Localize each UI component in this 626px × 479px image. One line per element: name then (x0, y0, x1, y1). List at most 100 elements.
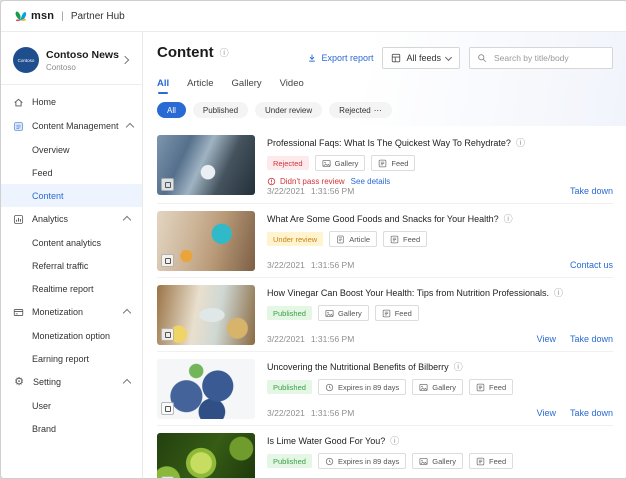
chevron-up-icon (123, 309, 131, 317)
msn-partner-hub-logo[interactable]: msn | Partner Hub (14, 10, 125, 22)
feed-icon (382, 309, 391, 318)
sidebar-divider (1, 84, 142, 85)
feed-icon (476, 457, 485, 466)
sidebar-item-content-management[interactable]: Content Management (1, 114, 142, 138)
info-icon[interactable]: ⓘ (516, 136, 525, 149)
content-row: Is Lime Water Good For You? ⓘ Published … (157, 426, 613, 478)
filter-rejected[interactable]: Rejected ⋯ (329, 102, 392, 118)
sidebar-item-feed[interactable]: Feed (1, 161, 142, 184)
article-title: Uncovering the Nutritional Benefits of B… (267, 362, 449, 372)
info-icon[interactable]: ⓘ (554, 286, 563, 299)
status-badge: Published (267, 454, 312, 468)
filter-under-review[interactable]: Under review (255, 102, 322, 118)
clock-icon (325, 457, 334, 466)
gallery-badge-icon (161, 476, 174, 478)
article-thumbnail[interactable] (157, 135, 255, 195)
sidebar-item-realtime-report[interactable]: Realtime report (1, 277, 142, 300)
article-thumbnail[interactable] (157, 211, 255, 271)
tab-video[interactable]: Video (280, 78, 304, 95)
content-row: What Are Some Good Foods and Snacks for … (157, 204, 613, 278)
content-row: Uncovering the Nutritional Benefits of B… (157, 352, 613, 426)
sidebar-item-brand[interactable]: Brand (1, 417, 142, 440)
expires-tag: Expires in 89 days (318, 453, 406, 469)
content-list: Professional Faqs: What Is The Quickest … (143, 126, 626, 478)
view-link[interactable]: View (537, 408, 556, 418)
download-icon (307, 53, 317, 63)
info-icon[interactable]: ⓘ (454, 360, 463, 373)
sidebar-item-setting[interactable]: ⚙ Setting (1, 370, 142, 394)
article-thumbnail[interactable] (157, 433, 255, 478)
publish-timestamp: 3/22/2021 1:31:56 PM (267, 260, 354, 270)
tab-all[interactable]: All (157, 78, 169, 95)
home-icon (13, 97, 24, 108)
feeds-filter-dropdown[interactable]: All feeds (382, 47, 460, 69)
filter-published[interactable]: Published (193, 102, 248, 118)
sidebar-item-analytics[interactable]: Analytics (1, 207, 142, 231)
sidebar-item-user[interactable]: User (1, 394, 142, 417)
sidebar-item-referral-traffic[interactable]: Referral traffic (1, 254, 142, 277)
content-type-tag: Gallery (412, 379, 463, 395)
feed-icon (378, 159, 387, 168)
publisher-switcher[interactable]: Contoso Contoso News Contoso (1, 40, 142, 84)
publisher-avatar: Contoso (13, 47, 39, 73)
brand-msn: msn (31, 10, 54, 22)
sidebar-item-content[interactable]: Content (1, 184, 142, 207)
status-filter-pills: All Published Under review Rejected ⋯ (157, 102, 613, 126)
chevron-down-icon (445, 53, 452, 60)
content-type-tag: Feed (383, 231, 427, 247)
chevron-up-icon (123, 379, 131, 387)
sidebar-item-overview[interactable]: Overview (1, 138, 142, 161)
filter-all[interactable]: All (157, 102, 186, 118)
view-link[interactable]: View (537, 334, 556, 344)
take-down-link[interactable]: Take down (570, 334, 613, 344)
sidebar-item-monetization-option[interactable]: Monetization option (1, 324, 142, 347)
content-row: Professional Faqs: What Is The Quickest … (157, 128, 613, 204)
sidebar-item-monetization[interactable]: Monetization (1, 300, 142, 324)
content-type-tag: Gallery (315, 155, 366, 171)
see-details-link[interactable]: See details (351, 177, 391, 186)
search-input[interactable] (492, 52, 605, 64)
page-title: Content ⓘ (157, 44, 229, 61)
export-report-button[interactable]: Export report (307, 53, 373, 63)
gallery-icon (419, 457, 428, 466)
content-type-tag: Feed (469, 379, 513, 395)
article-title: What Are Some Good Foods and Snacks for … (267, 214, 499, 224)
publisher-subtitle: Contoso (46, 63, 115, 72)
content-type-tabs: All Article Gallery Video (157, 78, 613, 95)
tab-gallery[interactable]: Gallery (232, 78, 262, 95)
article-title: How Vinegar Can Boost Your Health: Tips … (267, 288, 549, 298)
article-title: Is Lime Water Good For You? (267, 436, 385, 446)
feed-icon (390, 235, 399, 244)
content-type-tag: Article (329, 231, 377, 247)
clock-icon (325, 383, 334, 392)
expires-tag: Expires in 89 days (318, 379, 406, 395)
monetization-icon (13, 307, 24, 318)
brand-product: Partner Hub (71, 11, 125, 22)
info-icon[interactable]: ⓘ (220, 46, 229, 59)
gallery-icon (325, 309, 334, 318)
sidebar-item-home[interactable]: Home (1, 90, 142, 114)
article-thumbnail[interactable] (157, 359, 255, 419)
toolbar: Export report All feeds (307, 47, 613, 69)
sidebar-item-content-analytics[interactable]: Content analytics (1, 231, 142, 254)
main-content: Content ⓘ Export report (143, 32, 626, 478)
status-badge: Under review (267, 232, 323, 246)
search-icon (477, 53, 487, 63)
info-icon[interactable]: ⓘ (504, 212, 513, 225)
content-type-tag: Feed (469, 453, 513, 469)
gallery-icon (322, 159, 331, 168)
sidebar-item-earning-report[interactable]: Earning report (1, 347, 142, 370)
article-thumbnail[interactable] (157, 285, 255, 345)
tab-article[interactable]: Article (187, 78, 213, 95)
more-icon: ⋯ (374, 106, 382, 115)
content-type-tag: Feed (371, 155, 415, 171)
info-icon[interactable]: ⓘ (390, 434, 399, 447)
publisher-name: Contoso News (46, 49, 115, 61)
search-box (469, 47, 613, 69)
contact-us-link[interactable]: Contact us (570, 260, 613, 270)
take-down-link[interactable]: Take down (570, 186, 613, 196)
chevron-up-icon (123, 216, 131, 224)
chevron-right-icon (121, 56, 129, 64)
feeds-grid-icon (391, 53, 401, 63)
take-down-link[interactable]: Take down (570, 408, 613, 418)
